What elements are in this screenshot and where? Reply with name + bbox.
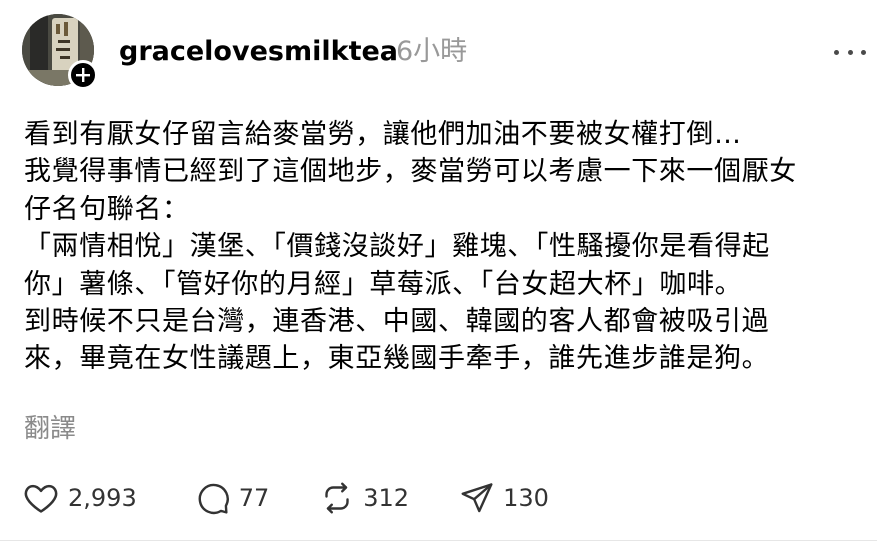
heart-icon bbox=[24, 484, 58, 513]
username-link[interactable]: gracelovesmilktea bbox=[119, 34, 398, 70]
action-bar: 2,993 77 312 130 bbox=[22, 478, 549, 518]
send-icon bbox=[461, 483, 493, 513]
post-text-line: 「兩情相悅」漢堡、「價錢沒談好」雞塊、「性騷擾你是看得起 bbox=[24, 231, 770, 263]
repost-count: 312 bbox=[363, 484, 410, 512]
post-body: 看到有厭女仔留言給麥當勞，讓他們加油不要被女權打倒… 我覺得事情已經到了這個地步… bbox=[24, 116, 874, 378]
post-text-line: 看到有厭女仔留言給麥當勞，讓他們加油不要被女權打倒… bbox=[24, 119, 742, 150]
comment-icon bbox=[198, 483, 229, 515]
repost-icon bbox=[325, 482, 349, 514]
plus-icon bbox=[76, 68, 90, 82]
post-text-line: 仔名句聯名： bbox=[24, 193, 190, 225]
follow-button[interactable] bbox=[68, 60, 98, 90]
repost-button[interactable]: 312 bbox=[319, 478, 409, 518]
post-text-line: 我覺得事情已經到了這個地步，麥當勞可以考慮一下來一個厭女 bbox=[24, 156, 797, 188]
more-horizontal-icon-dot bbox=[847, 49, 853, 55]
post-text-line: 到時候不只是台灣，連香港、中國、韓國的客人都會被吸引過 bbox=[24, 306, 770, 338]
post-timestamp[interactable]: 6小時 bbox=[396, 34, 467, 70]
translate-link[interactable]: 翻譯 bbox=[24, 412, 76, 446]
like-button[interactable]: 2,993 bbox=[22, 478, 137, 518]
avatar-container[interactable] bbox=[22, 14, 98, 90]
comment-button[interactable]: 77 bbox=[195, 478, 270, 518]
more-horizontal-icon-dot bbox=[861, 49, 866, 55]
share-button[interactable]: 130 bbox=[459, 478, 549, 518]
comment-count: 77 bbox=[238, 484, 270, 512]
post-text-line: 你」薯條、「管好你的月經」草莓派、「台女超大杯」咖啡。 bbox=[24, 268, 743, 300]
like-count: 2,993 bbox=[68, 484, 137, 512]
more-options-button[interactable] bbox=[834, 42, 866, 62]
post-divider bbox=[0, 540, 877, 541]
more-horizontal-icon-dot bbox=[834, 49, 839, 55]
threads-post: gracelovesmilktea 6小時 看到有厭女仔留言給麥當勞，讓他們加油… bbox=[0, 0, 877, 550]
share-count: 130 bbox=[503, 484, 549, 512]
post-text-line: 來，畢竟在女性議題上，東亞幾國手牽手，誰先進步誰是狗。 bbox=[24, 343, 770, 375]
